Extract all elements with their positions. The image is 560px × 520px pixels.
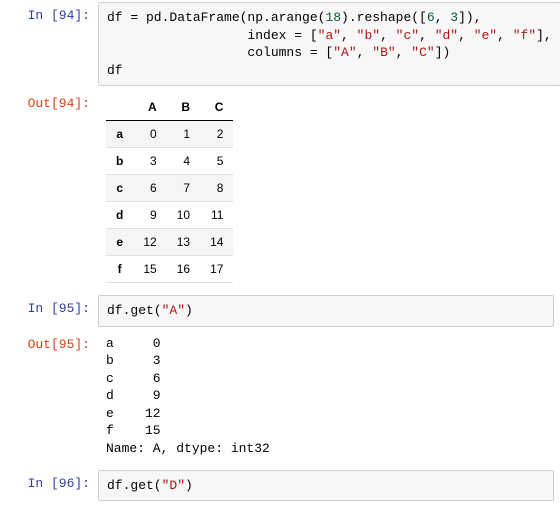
cell-in-96: In [96]: df.get("D") bbox=[0, 468, 560, 504]
prompt-in-95-label: In [95]: bbox=[28, 301, 90, 316]
code-input-94[interactable]: df = pd.DataFrame(np.arange(18).reshape(… bbox=[98, 2, 560, 86]
code-input-95[interactable]: df.get("A") bbox=[98, 295, 554, 327]
prompt-out-95-label: Out[95]: bbox=[28, 337, 90, 352]
cell-in-94: In [94]: df = pd.DataFrame(np.arange(18)… bbox=[0, 0, 560, 88]
prompt-out-94: Out[94]: bbox=[0, 90, 98, 115]
cell-out-94: Out[94]: A B C a012 b345 c678 d91011 e12… bbox=[0, 88, 560, 293]
code-input-96[interactable]: df.get("D") bbox=[98, 470, 554, 502]
table-row: e121314 bbox=[106, 229, 233, 256]
dataframe-94: A B C a012 b345 c678 d91011 e121314 f151… bbox=[106, 94, 233, 283]
code-94-text: df = pd.DataFrame(np.arange(18).reshape(… bbox=[107, 9, 552, 79]
output-95: a 0 b 3 c 6 d 9 e 12 f 15 Name: A, dtype… bbox=[98, 331, 560, 466]
prompt-out-94-label: Out[94]: bbox=[28, 96, 90, 111]
prompt-in-94-label: In [94]: bbox=[28, 8, 90, 23]
code-96-text: df.get("D") bbox=[107, 477, 545, 495]
table-row: a012 bbox=[106, 121, 233, 148]
prompt-in-96-label: In [96]: bbox=[28, 476, 90, 491]
prompt-in-94: In [94]: bbox=[0, 2, 98, 27]
cell-out-95: Out[95]: a 0 b 3 c 6 d 9 e 12 f 15 Name:… bbox=[0, 329, 560, 468]
table-row: d91011 bbox=[106, 202, 233, 229]
output-94: A B C a012 b345 c678 d91011 e121314 f151… bbox=[98, 90, 560, 291]
code-95-text: df.get("A") bbox=[107, 302, 545, 320]
table-row: b345 bbox=[106, 148, 233, 175]
table-row: f151617 bbox=[106, 256, 233, 283]
df-col-A: A bbox=[133, 94, 166, 121]
series-output-95: a 0 b 3 c 6 d 9 e 12 f 15 Name: A, dtype… bbox=[106, 335, 552, 458]
df-col-C: C bbox=[200, 94, 233, 121]
prompt-in-95: In [95]: bbox=[0, 295, 98, 320]
df-col-B: B bbox=[167, 94, 200, 121]
df-corner bbox=[106, 94, 133, 121]
cell-in-95: In [95]: df.get("A") bbox=[0, 293, 560, 329]
prompt-in-96: In [96]: bbox=[0, 470, 98, 495]
prompt-out-95: Out[95]: bbox=[0, 331, 98, 356]
df-header-row: A B C bbox=[106, 94, 233, 121]
table-row: c678 bbox=[106, 175, 233, 202]
